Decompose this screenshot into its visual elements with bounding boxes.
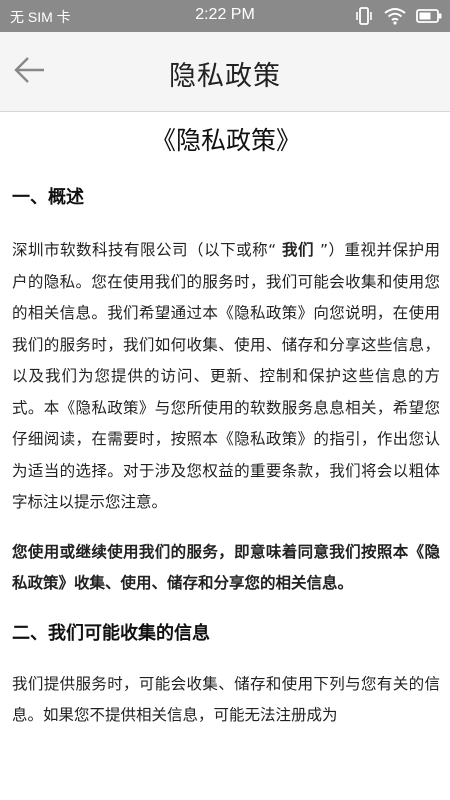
app-bar: 隐私政策	[0, 32, 450, 112]
status-icons	[354, 6, 442, 26]
overview-text-start: 深圳市软数科技有限公司（以下或称“	[12, 241, 277, 259]
vibrate-icon	[354, 6, 374, 26]
overview-text-end: ”）重视并保护用户的隐私。您在使用我们的服务时，我们可能会收集和使用您的相关信息…	[12, 241, 441, 511]
document-title: 《隐私政策》	[150, 126, 301, 155]
page-title: 隐私政策	[169, 61, 281, 92]
battery-icon	[416, 8, 442, 24]
section-heading-overview: 一、概述	[12, 187, 84, 208]
consent-paragraph: 您使用或继续使用我们的服务，即意味着同意我们按照本《隐私政策》收集、使用、储存和…	[12, 542, 440, 592]
policy-content[interactable]: 《隐私政策》 一、概述 深圳市软数科技有限公司（以下或称“ 我们 ”）重视并保护…	[0, 113, 450, 800]
overview-paragraph: 深圳市软数科技有限公司（以下或称“ 我们 ”）重视并保护用户的隐私。您在使用我们…	[12, 235, 440, 519]
collected-info-paragraph: 我们提供服务时，可能会收集、储存和使用下列与您有关的信息。如果您不提供相关信息，…	[12, 674, 440, 725]
overview-bold-term: 我们	[276, 241, 320, 259]
status-bar: 无 SIM 卡 2:22 PM	[0, 0, 450, 32]
wifi-icon	[384, 7, 406, 25]
section-heading-collected-info: 二、我们可能收集的信息	[12, 622, 210, 644]
